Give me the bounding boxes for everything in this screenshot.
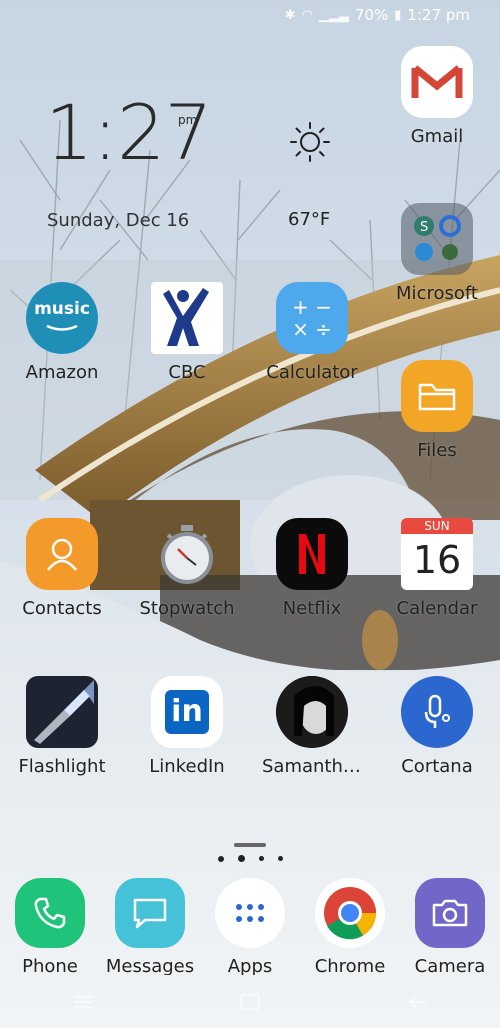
linkedin-icon-text: in [165, 690, 209, 734]
app-label: Phone [22, 956, 78, 975]
app-amazon[interactable]: music Amazon [12, 282, 112, 383]
calendar-icon: SUN 16 [401, 518, 473, 590]
dock: Phone Messages Apps Chrome Camera [0, 878, 500, 975]
app-cbc[interactable]: CBC [137, 282, 237, 383]
netflix-icon [276, 518, 348, 590]
chrome-icon [315, 878, 385, 948]
app-gmail[interactable]: Gmail [387, 46, 487, 147]
app-label: Gmail [410, 126, 464, 147]
app-label: Messages [105, 956, 195, 975]
app-netflix[interactable]: Netflix [262, 518, 362, 619]
page-dot-home[interactable] [217, 855, 224, 862]
dock-phone[interactable]: Phone [0, 878, 100, 975]
app-label: Chrome [314, 956, 386, 975]
dock-messages[interactable]: Messages [100, 878, 200, 975]
app-flashlight[interactable]: Flashlight [12, 676, 112, 777]
app-label: Cortana [401, 756, 473, 777]
app-label: Samantha ... [262, 756, 362, 777]
app-drawer-handle[interactable] [234, 843, 266, 847]
clock-time: 1:27 [45, 88, 213, 177]
app-label: Amazon [25, 362, 99, 383]
page-indicator[interactable] [0, 855, 500, 862]
app-label: Files [417, 440, 457, 461]
battery-icon: ▮ [394, 7, 402, 23]
app-label: Calendar [396, 598, 478, 619]
calendar-day-label: SUN [401, 518, 473, 534]
app-label: Contacts [22, 598, 102, 619]
cbc-icon [151, 282, 223, 354]
app-contact-samantha[interactable]: Samantha ... [262, 676, 362, 777]
clock-ampm: pm [178, 113, 198, 127]
app-contacts[interactable]: Contacts [12, 518, 112, 619]
app-stopwatch[interactable]: Stopwatch [137, 518, 237, 619]
app-label: Netflix [282, 598, 342, 619]
svg-text:S: S [420, 220, 428, 235]
app-label: Flashlight [18, 756, 106, 777]
sun-icon[interactable] [288, 120, 332, 164]
status-time: 1:27 pm [407, 6, 470, 24]
app-linkedin[interactable]: in LinkedIn [137, 676, 237, 777]
phone-icon [15, 878, 85, 948]
folder-icon [401, 360, 473, 432]
folder-microsoft[interactable]: S Microsoft [387, 203, 487, 304]
battery-percent: 70% [354, 6, 389, 24]
linkedin-icon: in [151, 676, 223, 748]
camera-icon [415, 878, 485, 948]
app-label: Stopwatch [139, 598, 235, 619]
navigation-bar [0, 976, 500, 1028]
home-icon[interactable] [230, 987, 270, 1017]
page-dot-active[interactable] [237, 855, 245, 862]
wifi-icon: ◠ [301, 7, 313, 23]
page-dot[interactable] [258, 856, 264, 861]
calculator-icon: + − × ÷ [276, 282, 348, 354]
weather-temperature: 67°F [288, 209, 331, 230]
clock-widget[interactable]: 1:27 pm Sunday, Dec 16 [45, 88, 213, 232]
page-dot[interactable] [277, 856, 283, 861]
gmail-icon [401, 46, 473, 118]
app-calculator[interactable]: + − × ÷ Calculator [262, 282, 362, 383]
folder-label: Microsoft [396, 283, 478, 304]
folder-icon: S [401, 203, 473, 275]
app-cortana[interactable]: Cortana [387, 676, 487, 777]
app-label: Apps [227, 956, 273, 975]
back-icon[interactable] [397, 987, 437, 1017]
dock-camera[interactable]: Camera [400, 878, 500, 975]
calendar-day-number: 16 [412, 538, 462, 582]
messages-icon [115, 878, 185, 948]
flashlight-icon [26, 676, 98, 748]
app-label: Camera [414, 956, 486, 975]
apps-grid-icon [215, 878, 285, 948]
amazon-icon-text: music [34, 299, 90, 319]
recent-apps-icon[interactable] [63, 987, 103, 1017]
dock-apps[interactable]: Apps [200, 878, 300, 975]
amazon-music-icon: music [26, 282, 98, 354]
contacts-icon [26, 518, 98, 590]
app-calendar[interactable]: SUN 16 Calendar [387, 518, 487, 619]
clock-date: Sunday, Dec 16 [47, 210, 190, 231]
avatar [276, 676, 348, 748]
bluetooth-icon: ✱ [284, 7, 296, 23]
app-files[interactable]: Files [387, 360, 487, 461]
status-bar: ✱ ◠ ▁▂▃ 70% ▮ 1:27 pm [0, 0, 500, 30]
app-label: Calculator [266, 362, 358, 383]
stopwatch-icon [151, 518, 223, 590]
cortana-icon [401, 676, 473, 748]
signal-icon: ▁▂▃ [318, 7, 349, 23]
app-label: LinkedIn [149, 756, 225, 777]
app-label: CBC [168, 362, 206, 383]
dock-chrome[interactable]: Chrome [300, 878, 400, 975]
